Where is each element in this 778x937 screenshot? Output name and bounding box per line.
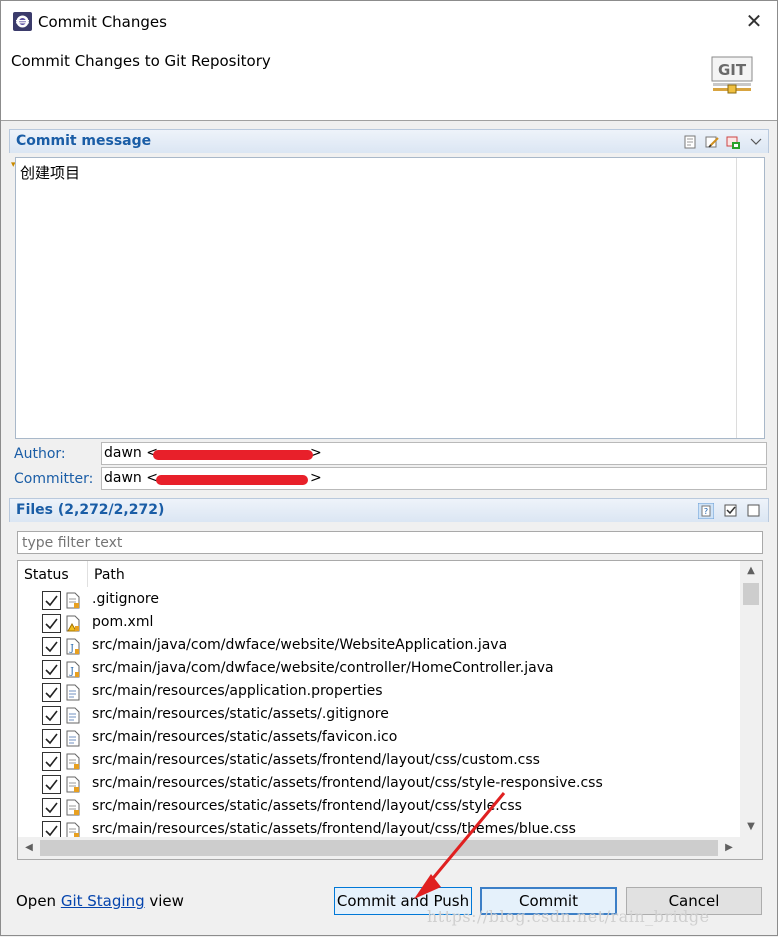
table-row[interactable]: Jsrc/main/java/com/dwface/website/Websit… [18, 635, 740, 658]
text-file-icon [66, 707, 80, 724]
file-path: .gitignore [92, 591, 159, 607]
git-logo-icon: GIT [711, 56, 753, 94]
css-file-icon [66, 753, 80, 770]
author-label: Author: [14, 446, 66, 462]
table-row[interactable]: src/main/resources/static/assets/fronten… [18, 750, 740, 773]
table-row[interactable]: src/main/resources/static/assets/.gitign… [18, 704, 740, 727]
author-redaction-mark [153, 450, 313, 460]
java-file-icon: J [66, 638, 80, 655]
css-file-icon [66, 799, 80, 816]
file-path: src/main/resources/application.propertie… [92, 683, 383, 699]
xml-warning-file-icon [66, 615, 80, 632]
file-checkbox[interactable] [42, 591, 61, 610]
table-row[interactable]: src/main/resources/static/assets/favicon… [18, 727, 740, 750]
file-checkbox[interactable] [42, 683, 61, 702]
signed-off-icon[interactable] [682, 134, 698, 150]
file-checkbox[interactable] [42, 798, 61, 817]
committer-label: Committer: [14, 471, 94, 487]
amend-icon[interactable] [704, 134, 720, 150]
svg-text:J: J [69, 667, 74, 677]
eclipse-app-icon [13, 12, 32, 31]
scroll-up-icon[interactable]: ▲ [740, 561, 762, 581]
committer-redaction-mark [156, 475, 308, 485]
watermark-text: https://blog.csdn.net/rain_bridge [427, 907, 710, 926]
open-staging-view-text: Open Git Staging view [16, 892, 184, 910]
file-checkbox[interactable] [42, 729, 61, 748]
commit-message-section-header: Commit message [9, 129, 769, 153]
table-row[interactable]: src/main/resources/static/assets/fronten… [18, 796, 740, 819]
window-title: Commit Changes [38, 13, 167, 31]
title-bar: Commit Changes ✕ [1, 1, 777, 43]
table-row[interactable]: src/main/resources/application.propertie… [18, 681, 740, 704]
css-file-icon [66, 776, 80, 793]
commit-message-ruler [736, 158, 764, 438]
author-value: dawn < [104, 445, 158, 461]
file-path: src/main/resources/static/assets/fronten… [92, 752, 540, 768]
commit-message-label: Commit message [16, 133, 152, 149]
file-path: pom.xml [92, 614, 154, 630]
committer-value: dawn < [104, 470, 158, 486]
commit-message-textarea[interactable]: 创建项目 [15, 157, 765, 439]
dialog-header-title: Commit Changes to Git Repository [11, 52, 271, 70]
scroll-left-icon[interactable]: ◀ [18, 837, 40, 859]
file-path: src/main/resources/static/assets/fronten… [92, 821, 576, 837]
file-path: src/main/java/com/dwface/website/control… [92, 660, 554, 676]
table-row[interactable]: .gitignore [18, 589, 740, 612]
files-section-header: Files (2,272/2,272) ? [9, 498, 769, 522]
commit-message-text: 创建项目 [20, 164, 81, 182]
file-checkbox[interactable] [42, 752, 61, 771]
file-path: src/main/resources/static/assets/favicon… [92, 729, 398, 745]
scroll-down-icon[interactable]: ▼ [740, 817, 762, 837]
modified-file-icon [66, 592, 80, 609]
show-untracked-icon[interactable]: ? [698, 503, 714, 519]
close-icon[interactable]: ✕ [743, 10, 765, 32]
column-header-status[interactable]: Status [18, 561, 88, 587]
column-header-path[interactable]: Path [88, 561, 740, 587]
svg-text:?: ? [704, 507, 708, 516]
git-staging-link[interactable]: Git Staging [61, 892, 145, 910]
commit-changes-dialog: Commit Changes ✕ Commit Changes to Git R… [0, 0, 778, 936]
file-checkbox[interactable] [42, 637, 61, 656]
chevron-down-icon[interactable] [748, 134, 764, 150]
java-file-icon: J [66, 661, 80, 678]
files-table: Status Path .gitignore pom.xml Jsrc/main/j… [17, 560, 763, 860]
files-vertical-scrollbar[interactable]: ▲ ▼ [740, 561, 762, 837]
dialog-header: Commit Changes to Git Repository GIT [1, 43, 777, 121]
text-file-icon [66, 684, 80, 701]
file-checkbox[interactable] [42, 775, 61, 794]
horizontal-scroll-thumb[interactable] [40, 840, 718, 856]
git-logo-text: GIT [718, 61, 747, 79]
files-horizontal-scrollbar[interactable]: ◀ ▶ [18, 837, 762, 859]
vertical-scroll-thumb[interactable] [743, 583, 759, 605]
file-path: src/main/resources/static/assets/fronten… [92, 775, 603, 791]
text-file-icon [66, 730, 80, 747]
svg-text:J: J [69, 644, 74, 654]
table-row[interactable]: Jsrc/main/java/com/dwface/website/contro… [18, 658, 740, 681]
file-checkbox[interactable] [42, 660, 61, 679]
file-checkbox[interactable] [42, 614, 61, 633]
file-checkbox[interactable] [42, 706, 61, 725]
file-path: src/main/resources/static/assets/.gitign… [92, 706, 389, 722]
table-row[interactable]: pom.xml [18, 612, 740, 635]
scroll-right-icon[interactable]: ▶ [718, 837, 740, 859]
deselect-all-icon[interactable] [746, 503, 762, 519]
table-row[interactable]: src/main/resources/static/assets/fronten… [18, 773, 740, 796]
file-filter-input[interactable] [17, 531, 763, 554]
select-all-icon[interactable] [723, 503, 739, 519]
committer-value-tail: > [309, 470, 322, 486]
files-label: Files (2,272/2,272) [16, 502, 165, 518]
file-path: src/main/resources/static/assets/fronten… [92, 798, 522, 814]
add-change-id-icon[interactable] [726, 134, 742, 150]
file-path: src/main/java/com/dwface/website/Website… [92, 637, 508, 653]
